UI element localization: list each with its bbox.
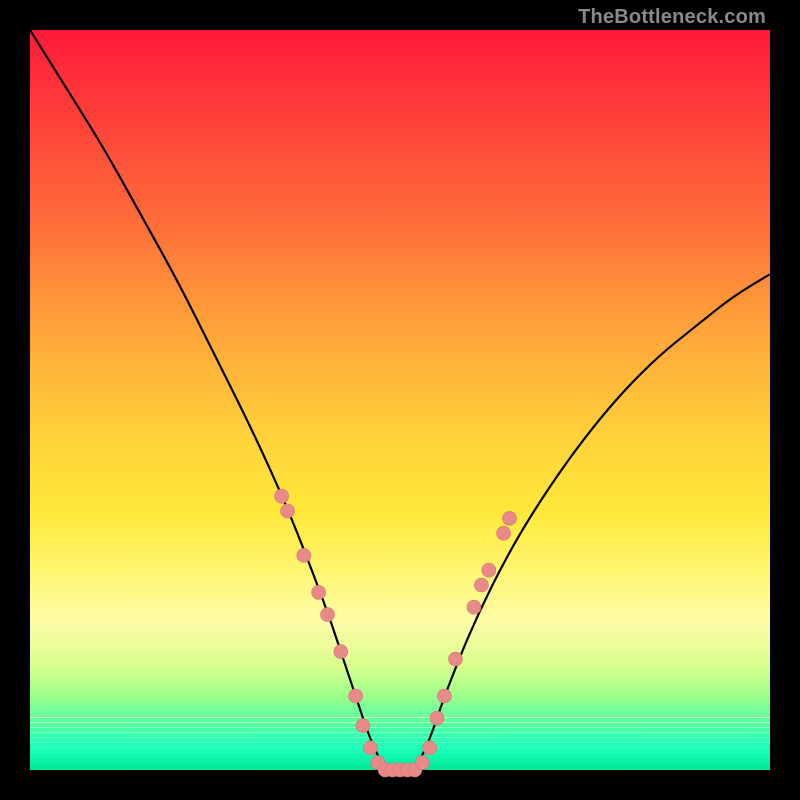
curve-marker bbox=[467, 600, 481, 614]
curve-marker bbox=[321, 608, 335, 622]
watermark-text: TheBottleneck.com bbox=[578, 6, 766, 29]
curve-marker bbox=[497, 526, 511, 540]
curve-marker bbox=[312, 585, 326, 599]
curve-marker bbox=[297, 548, 311, 562]
curve-marker bbox=[334, 645, 348, 659]
bottleneck-curve bbox=[30, 30, 770, 770]
chart-frame: TheBottleneck.com bbox=[0, 0, 800, 800]
curve-marker bbox=[349, 689, 363, 703]
curve-marker bbox=[437, 689, 451, 703]
curve-marker bbox=[423, 741, 437, 755]
curve-marker bbox=[415, 756, 429, 770]
curve-marker bbox=[482, 563, 496, 577]
curve-marker bbox=[503, 511, 517, 525]
curve-marker bbox=[474, 578, 488, 592]
curve-marker bbox=[363, 741, 377, 755]
plot-area bbox=[30, 30, 770, 770]
curve-marker bbox=[281, 504, 295, 518]
curve-path bbox=[30, 30, 770, 770]
curve-marker bbox=[449, 652, 463, 666]
curve-marker bbox=[430, 711, 444, 725]
curve-marker bbox=[275, 489, 289, 503]
curve-markers bbox=[275, 489, 517, 777]
curve-marker bbox=[356, 719, 370, 733]
